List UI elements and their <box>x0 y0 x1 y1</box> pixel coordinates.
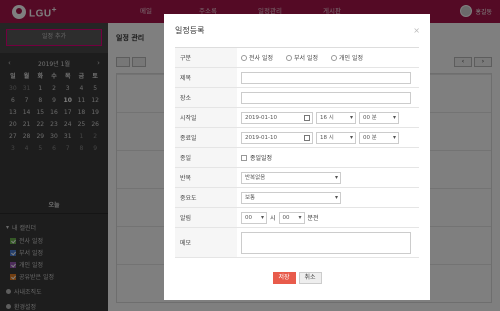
form-row-subject: 제목 <box>175 68 419 88</box>
form-row-end: 종료일 2019-01-10 18 시 00 분 <box>175 128 419 148</box>
memo-label: 메모 <box>175 228 237 257</box>
allday-checkbox[interactable] <box>241 154 247 161</box>
save-button[interactable]: 저장 <box>272 272 296 284</box>
start-minute-select[interactable]: 00 분 <box>359 111 399 124</box>
form-row-memo: 메모 <box>175 228 419 258</box>
end-label: 종료일 <box>175 128 237 147</box>
form-row-priority: 중요도 보통 <box>175 188 419 208</box>
dialog-title: 일정등록 <box>175 26 205 35</box>
subject-label: 제목 <box>175 68 237 87</box>
form-row-type: 구분 전사 일정 부서 일정 개인 일정 <box>175 48 419 68</box>
form-row-alarm: 알림 00 시 00 분전 <box>175 208 419 228</box>
place-input[interactable] <box>241 91 411 104</box>
alarm-hour-unit: 시 <box>270 215 276 222</box>
radio-department[interactable]: 부서 일정 <box>286 53 318 62</box>
alarm-label: 알림 <box>175 208 237 227</box>
radio-company[interactable]: 전사 일정 <box>241 53 273 62</box>
alarm-hour-select[interactable]: 00 <box>241 211 267 224</box>
memo-textarea[interactable] <box>241 231 411 254</box>
form-row-allday: 종일 종일일정 <box>175 148 419 168</box>
form-row-repeat: 반복 반복없음 <box>175 168 419 188</box>
priority-select[interactable]: 보통 <box>241 191 341 204</box>
close-icon[interactable]: × <box>413 26 420 35</box>
start-date-input[interactable]: 2019-01-10 <box>241 111 313 124</box>
repeat-label: 반복 <box>175 168 237 187</box>
cancel-button[interactable]: 취소 <box>298 272 322 284</box>
schedule-form: 구분 전사 일정 부서 일정 개인 일정 제목 장소 시작일 2019-01-1… <box>175 47 419 258</box>
calendar-icon[interactable] <box>304 114 310 121</box>
alarm-minute-select[interactable]: 00 <box>278 211 305 224</box>
radio-icon <box>331 54 337 61</box>
end-minute-select[interactable]: 00 분 <box>359 131 399 144</box>
start-hour-select[interactable]: 16 시 <box>316 111 356 124</box>
subject-input[interactable] <box>241 71 411 84</box>
start-label: 시작일 <box>175 108 237 127</box>
allday-label: 종일 <box>175 148 237 167</box>
alarm-minute-unit: 분전 <box>307 215 319 222</box>
type-label: 구분 <box>175 48 237 67</box>
dialog-buttons: 저장 취소 <box>164 272 430 284</box>
radio-icon <box>286 54 292 61</box>
end-hour-select[interactable]: 18 시 <box>316 131 356 144</box>
calendar-icon[interactable] <box>304 134 310 141</box>
form-row-place: 장소 <box>175 88 419 108</box>
end-date-input[interactable]: 2019-01-10 <box>241 131 313 144</box>
radio-personal[interactable]: 개인 일정 <box>331 53 363 62</box>
place-label: 장소 <box>175 88 237 107</box>
form-row-start: 시작일 2019-01-10 16 시 00 분 <box>175 108 419 128</box>
priority-label: 중요도 <box>175 188 237 207</box>
repeat-select[interactable]: 반복없음 <box>241 171 341 184</box>
allday-text: 종일일정 <box>250 155 273 162</box>
schedule-dialog: 일정등록 × 구분 전사 일정 부서 일정 개인 일정 제목 장소 시작일 20… <box>164 14 430 300</box>
radio-icon <box>241 54 247 61</box>
